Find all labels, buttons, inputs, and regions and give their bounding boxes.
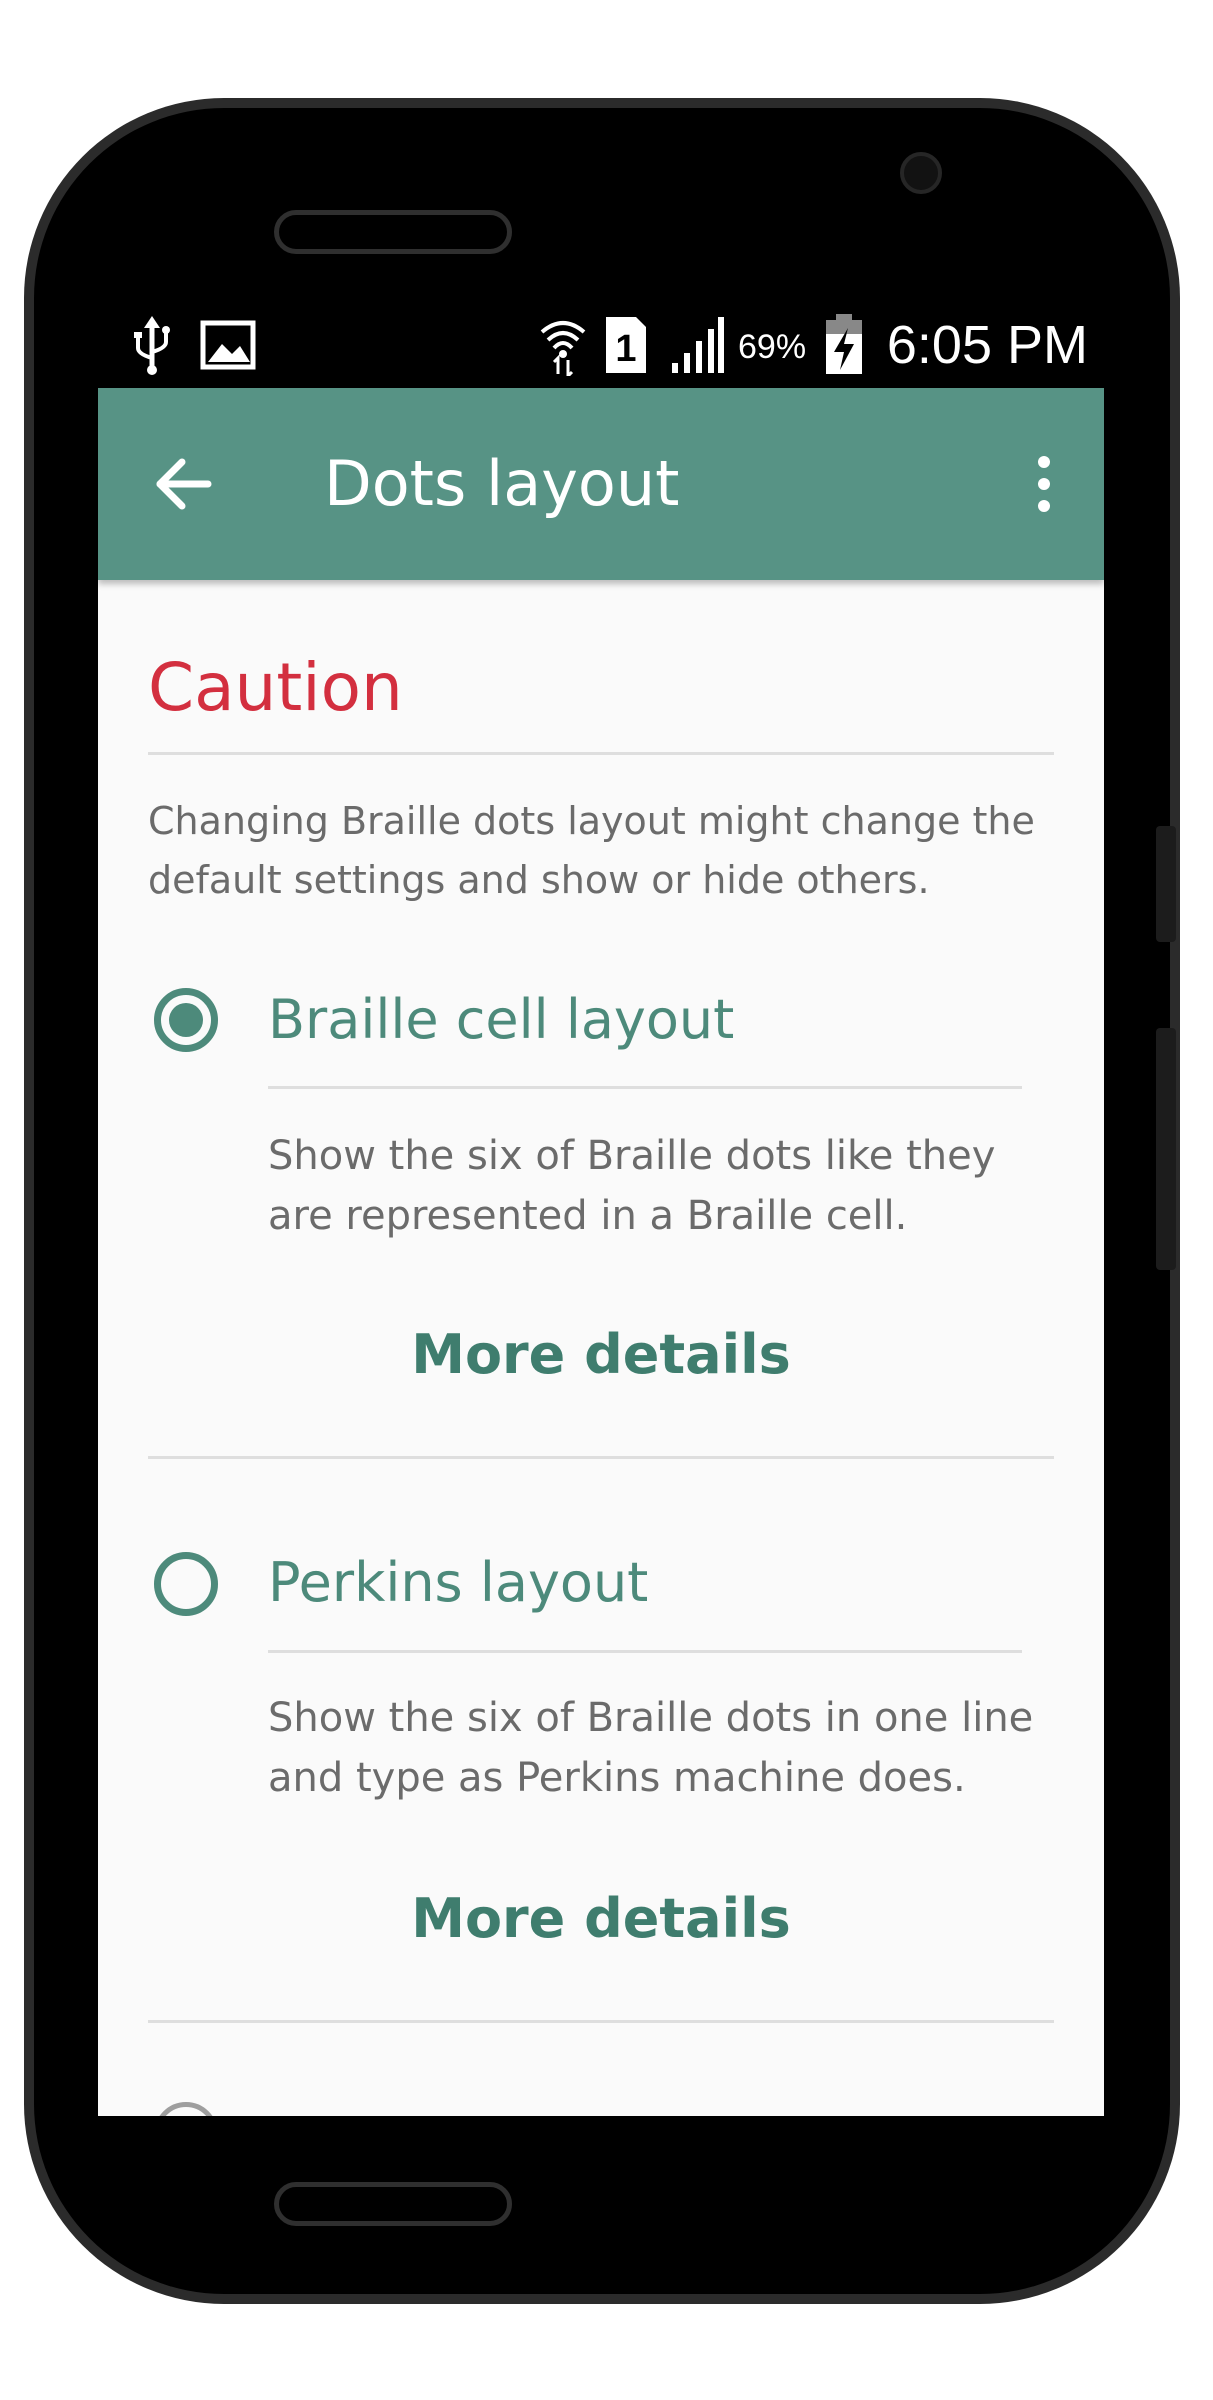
- option-title-divider: [268, 1086, 1022, 1089]
- front-camera-icon: [900, 152, 942, 194]
- usb-icon: [134, 314, 170, 376]
- option-divider: [148, 2020, 1054, 2023]
- status-time: 6:05 PM: [886, 315, 1088, 375]
- app-toolbar: Dots layout: [98, 388, 1104, 580]
- option-description: Show the six of Braille dots like they a…: [268, 1133, 996, 1239]
- volume-button: [1156, 826, 1176, 942]
- radio-perkins-layout[interactable]: [154, 1552, 218, 1616]
- sim-slot-label: 1: [615, 328, 636, 370]
- power-button: [1156, 1028, 1176, 1270]
- status-bar: 1 69% 6:05 PM: [98, 302, 1104, 388]
- battery-percent: 69%: [738, 328, 807, 366]
- app-screen: 1 69% 6:05 PM Dots layout Caution Changi…: [98, 302, 1104, 2116]
- overflow-menu-button[interactable]: [1024, 448, 1064, 520]
- more-vert-icon-dot: [1038, 500, 1050, 512]
- option-title-divider: [268, 1650, 1022, 1653]
- option-divider: [148, 1456, 1054, 1459]
- radio-next-option[interactable]: [154, 2102, 218, 2116]
- back-button[interactable]: [148, 448, 220, 520]
- more-vert-icon-dot: [1038, 478, 1050, 490]
- page-title: Dots layout: [324, 447, 680, 520]
- option-title[interactable]: Perkins layout: [268, 1548, 648, 1618]
- more-vert-icon: [1038, 456, 1050, 468]
- battery-charging-icon: [824, 314, 864, 376]
- radio-braille-cell-layout[interactable]: [154, 988, 218, 1052]
- option-title[interactable]: Braille cell layout: [268, 985, 734, 1055]
- wifi-icon: [538, 314, 588, 376]
- image-icon: [200, 314, 256, 376]
- caution-heading: Caution: [148, 649, 403, 726]
- bottom-speaker: [274, 2182, 512, 2226]
- radio-selected-dot: [169, 1003, 203, 1037]
- top-speaker: [274, 210, 512, 254]
- caution-divider: [148, 752, 1054, 755]
- more-details-button[interactable]: More details: [98, 1320, 1104, 1390]
- signal-icon: [670, 314, 724, 376]
- more-details-button[interactable]: More details: [98, 1884, 1104, 1954]
- arrow-back-icon: [156, 458, 212, 510]
- caution-text: Changing Braille dots layout might chang…: [148, 799, 1035, 902]
- sim-icon: 1: [606, 314, 646, 376]
- option-description: Show the six of Braille dots in one line…: [268, 1695, 1034, 1801]
